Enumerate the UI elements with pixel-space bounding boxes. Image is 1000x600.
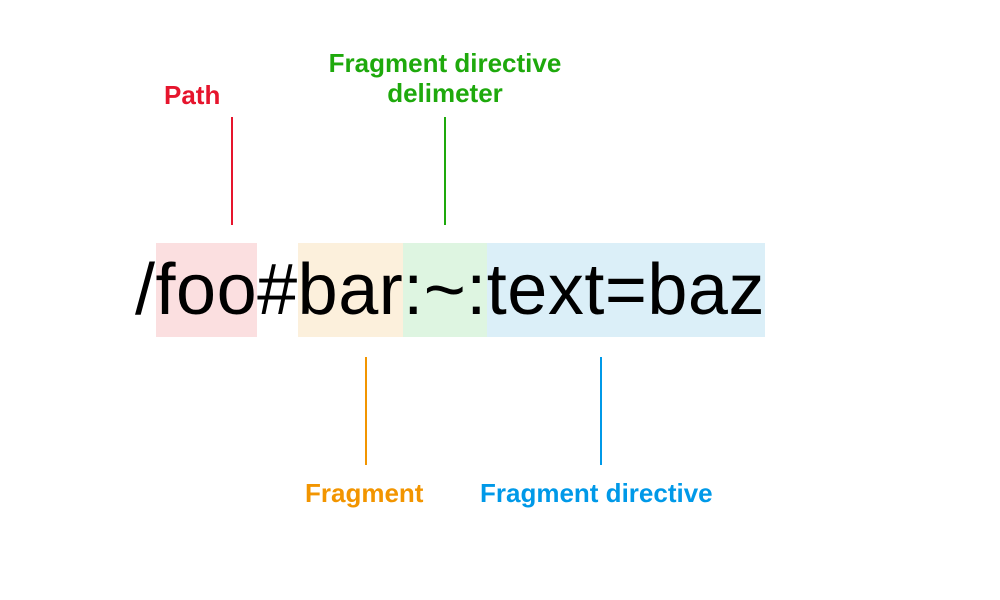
label-fragment-directive-delimiter: Fragment directive delimeter — [285, 49, 605, 109]
url-fragment-segment: bar — [298, 243, 404, 337]
connector-directive — [600, 357, 602, 465]
url-slash: / — [135, 243, 156, 337]
url-string: / foo # bar :~: text=baz — [135, 243, 765, 337]
label-fragment: Fragment — [305, 478, 423, 509]
connector-path — [231, 117, 233, 225]
label-delimiter-line1: Fragment directive — [285, 49, 605, 79]
url-path-segment: foo — [156, 243, 258, 337]
label-fragment-directive: Fragment directive — [480, 478, 713, 509]
label-delimiter-line2: delimeter — [285, 79, 605, 109]
url-hash: # — [257, 243, 298, 337]
url-delimiter-segment: :~: — [403, 243, 487, 337]
url-directive-segment: text=baz — [487, 243, 765, 337]
connector-fragment — [365, 357, 367, 465]
diagram-canvas: Path Fragment directive delimeter / foo … — [0, 0, 1000, 600]
label-path: Path — [164, 80, 220, 111]
connector-delimiter — [444, 117, 446, 225]
